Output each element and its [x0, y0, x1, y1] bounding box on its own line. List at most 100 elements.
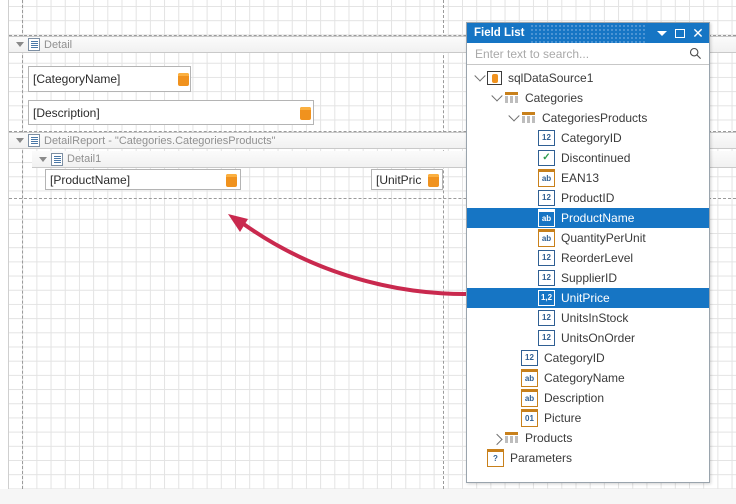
tree-node-description[interactable]: ab Description	[467, 388, 709, 408]
table-icon	[521, 111, 536, 125]
tree-node-label: SupplierID	[561, 271, 618, 285]
database-field-marker	[178, 73, 189, 86]
tree-node-label: Discontinued	[561, 151, 631, 165]
band-detailreport-icon	[28, 134, 40, 147]
integer-icon: 12	[538, 270, 555, 286]
chevron-right-icon[interactable]	[490, 428, 504, 448]
band-collapse-icon[interactable]	[13, 38, 26, 51]
report-control-text: [ProductName]	[50, 172, 131, 187]
report-control-text: [UnitPric	[376, 172, 422, 187]
boolean-icon: ✓	[538, 150, 555, 166]
maximize-button[interactable]	[671, 24, 689, 42]
band-detail1-icon	[51, 152, 63, 166]
tree-node-products[interactable]: Products	[467, 428, 709, 448]
datasource-icon	[487, 71, 502, 85]
tree-node-label: CategoriesProducts	[542, 111, 648, 125]
tree-node-unitprice[interactable]: 1,2 UnitPrice	[467, 288, 709, 308]
tree-node-reorderlevel[interactable]: 12 ReorderLevel	[467, 248, 709, 268]
tree-node-categoryname[interactable]: ab CategoryName	[467, 368, 709, 388]
report-control-productname[interactable]: [ProductName]	[45, 169, 241, 190]
tree-node-label: sqlDataSource1	[508, 71, 594, 85]
tree-node-label: CategoryID	[544, 351, 605, 365]
field-list-title: Field List	[474, 27, 525, 39]
field-list-panel[interactable]: Field List ✕ sqlDataSource1 Categories Cat…	[466, 22, 710, 483]
tree-node-productid[interactable]: 12 ProductID	[467, 188, 709, 208]
string-icon: ab	[538, 209, 555, 227]
tree-node-picture[interactable]: 01 Picture	[467, 408, 709, 428]
tree-node-categoryid[interactable]: 12 CategoryID	[467, 128, 709, 148]
band-collapse-icon[interactable]	[13, 134, 26, 147]
table-icon	[504, 91, 519, 105]
designer-left-gutter	[0, 0, 9, 489]
tree-node-label: ProductID	[561, 191, 615, 205]
band-collapse-icon[interactable]	[36, 153, 49, 166]
chevron-down-icon[interactable]	[473, 68, 487, 88]
tree-node-label: Picture	[544, 411, 582, 425]
field-list-search-bar[interactable]	[467, 43, 709, 65]
integer-icon: 12	[538, 130, 555, 146]
database-field-marker	[300, 107, 311, 120]
chevron-down-icon[interactable]	[507, 108, 521, 128]
database-field-marker	[226, 174, 237, 187]
band-label-detail: Detail	[44, 38, 73, 51]
binary-icon: 01	[521, 409, 538, 427]
titlebar-drag-grip[interactable]	[530, 23, 647, 43]
report-control-unitprice[interactable]: [UnitPric	[371, 169, 443, 190]
close-icon: ✕	[692, 25, 704, 41]
tree-node-quantityperunit[interactable]: ab QuantityPerUnit	[467, 228, 709, 248]
database-field-marker	[428, 174, 439, 187]
chevron-down-icon	[657, 30, 667, 36]
tree-node-categories[interactable]: Categories	[467, 88, 709, 108]
chevron-down-icon[interactable]	[490, 88, 504, 108]
field-list-tree[interactable]: sqlDataSource1 Categories CategoriesProduc…	[467, 65, 709, 482]
report-control-categoryname[interactable]: [CategoryName]	[28, 66, 191, 92]
tree-node-label: CategoryID	[561, 131, 622, 145]
string-icon: ab	[521, 369, 538, 387]
tree-node-label: UnitsOnOrder	[561, 331, 636, 345]
tree-node-sqldatasource1[interactable]: sqlDataSource1	[467, 68, 709, 88]
tree-node-categoryid[interactable]: 12 CategoryID	[467, 348, 709, 368]
tree-node-unitsonorder[interactable]: 12 UnitsOnOrder	[467, 328, 709, 348]
tree-node-label: Products	[525, 431, 573, 445]
tree-node-label: CategoryName	[544, 371, 625, 385]
report-control-text: [CategoryName]	[33, 72, 121, 86]
tree-node-label: UnitPrice	[561, 291, 610, 305]
parameters-icon: ?	[487, 449, 504, 467]
band-label-detailreport: DetailReport - "Categories.CategoriesPro…	[44, 134, 276, 147]
table-icon	[504, 431, 519, 445]
tree-node-label: ReorderLevel	[561, 251, 634, 265]
tree-node-label: QuantityPerUnit	[561, 231, 646, 245]
search-icon[interactable]	[685, 44, 705, 64]
tree-node-supplierid[interactable]: 12 SupplierID	[467, 268, 709, 288]
close-button[interactable]: ✕	[689, 24, 707, 42]
tree-node-unitsinstock[interactable]: 12 UnitsInStock	[467, 308, 709, 328]
report-control-description[interactable]: [Description]	[28, 100, 314, 125]
tree-node-categoriesproducts[interactable]: CategoriesProducts	[467, 108, 709, 128]
decimal-icon: 1,2	[538, 290, 555, 306]
tree-node-parameters[interactable]: ? Parameters	[467, 448, 709, 468]
tree-node-discontinued[interactable]: ✓ Discontinued	[467, 148, 709, 168]
tree-node-productname[interactable]: ab ProductName	[467, 208, 709, 228]
search-input[interactable]	[467, 43, 685, 64]
report-control-text: [Description]	[33, 105, 100, 120]
tree-node-label: ProductName	[561, 211, 635, 225]
dropdown-menu-button[interactable]	[653, 24, 671, 42]
page-left-margin-guide	[22, 0, 23, 489]
tree-node-ean13[interactable]: ab EAN13	[467, 168, 709, 188]
application-window: Detail [CategoryName] [Description] Deta…	[0, 0, 736, 504]
integer-icon: 12	[521, 350, 538, 366]
tree-node-label: Description	[544, 391, 605, 405]
integer-icon: 12	[538, 250, 555, 266]
tree-node-label: Parameters	[510, 451, 573, 465]
string-icon: ab	[538, 169, 555, 187]
field-list-titlebar[interactable]: Field List ✕	[467, 23, 709, 43]
